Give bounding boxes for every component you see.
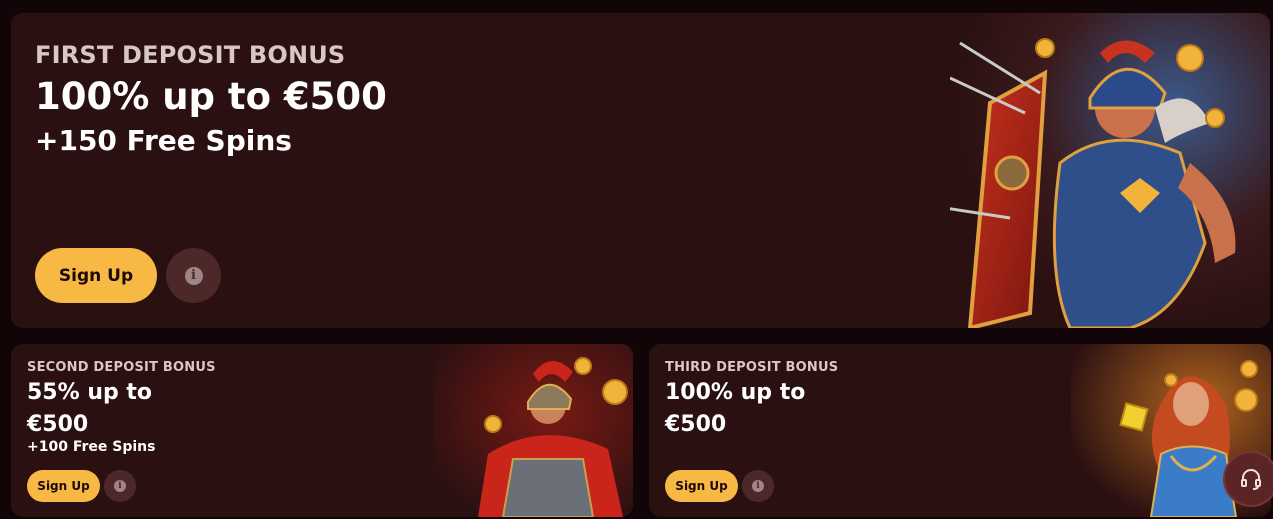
bonus-headline: 100% up to €500 [35, 75, 387, 118]
headset-icon [1241, 469, 1261, 490]
bonus-eyebrow: FIRST DEPOSIT BONUS [35, 41, 346, 69]
sign-up-button[interactable]: Sign Up [27, 470, 100, 502]
bonus-headline: 100% up to €500 [665, 380, 806, 437]
bonus-eyebrow: SECOND DEPOSIT BONUS [27, 360, 216, 375]
info-button[interactable]: i [104, 470, 136, 502]
sign-up-button[interactable]: Sign Up [35, 248, 157, 303]
roman-gladiator-with-shield-icon [950, 13, 1270, 328]
info-button[interactable]: i [742, 470, 774, 502]
info-button[interactable]: i [166, 248, 221, 303]
bonus-free-spins: +150 Free Spins [35, 124, 292, 157]
info-icon: i [184, 266, 203, 285]
bonus-eyebrow: THIRD DEPOSIT BONUS [665, 360, 839, 375]
info-icon: i [752, 480, 764, 492]
support-chat-button[interactable] [1223, 451, 1273, 507]
roman-centurion-icon [433, 344, 633, 517]
first-deposit-bonus-card: FIRST DEPOSIT BONUS 100% up to €500 +150… [11, 13, 1270, 328]
bonus-headline: 55% up to €500 [27, 380, 153, 437]
info-icon: i [114, 480, 126, 492]
third-deposit-bonus-card: THIRD DEPOSIT BONUS 100% up to €500 Sign… [649, 344, 1271, 517]
bonus-free-spins: +100 Free Spins [27, 439, 156, 455]
sign-up-button[interactable]: Sign Up [665, 470, 738, 502]
second-deposit-bonus-card: SECOND DEPOSIT BONUS 55% up to €500 +100… [11, 344, 633, 517]
